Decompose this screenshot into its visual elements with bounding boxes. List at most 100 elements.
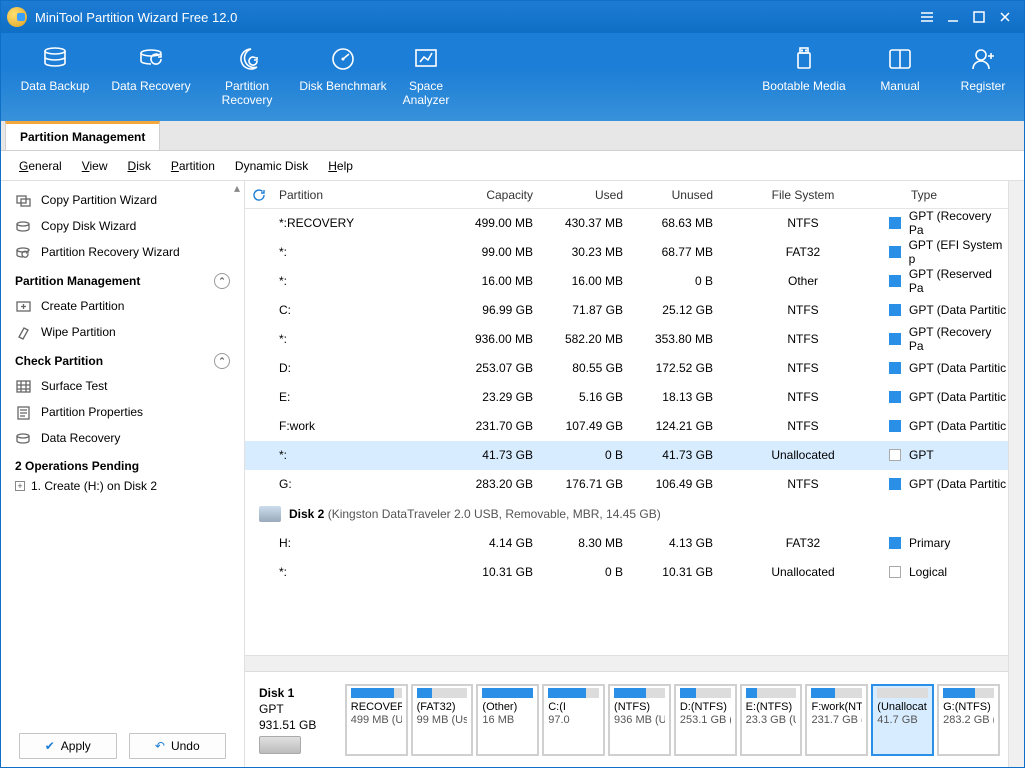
table-row[interactable]: E:23.29 GB5.16 GB18.13 GBNTFSGPT (Data P… bbox=[245, 383, 1008, 412]
table-row[interactable]: F:work231.70 GB107.49 GB124.21 GBNTFSGPT… bbox=[245, 412, 1008, 441]
table-row[interactable]: D:253.07 GB80.55 GB172.52 GBNTFSGPT (Dat… bbox=[245, 354, 1008, 383]
header-capacity[interactable]: Capacity bbox=[453, 188, 543, 202]
header-filesystem[interactable]: File System bbox=[723, 188, 883, 202]
cell-unused: 0 B bbox=[633, 274, 723, 288]
ribbon-bootable-media[interactable]: Bootable Media bbox=[756, 41, 852, 117]
menu-icon[interactable] bbox=[914, 6, 940, 28]
main-panel: Partition Capacity Used Unused File Syst… bbox=[245, 181, 1008, 767]
ribbon-register[interactable]: Register bbox=[948, 41, 1018, 117]
sidebar-item-partition-recovery-wizard[interactable]: Partition Recovery Wizard bbox=[1, 239, 244, 265]
ribbon-data-recovery[interactable]: Data Recovery bbox=[103, 41, 199, 117]
moon-refresh-icon bbox=[231, 45, 263, 73]
table-row[interactable]: *:41.73 GB0 B41.73 GBUnallocatedGPT bbox=[245, 441, 1008, 470]
table-row[interactable]: G:283.20 GB176.71 GB106.49 GBNTFSGPT (Da… bbox=[245, 470, 1008, 499]
diskmap-slot[interactable]: E:(NTFS)23.3 GB (Us bbox=[740, 684, 803, 756]
sidebar-item-surface-test[interactable]: Surface Test bbox=[1, 373, 244, 399]
ribbon-space-analyzer[interactable]: Space Analyzer bbox=[391, 41, 461, 117]
close-icon[interactable] bbox=[992, 6, 1018, 28]
header-unused[interactable]: Unused bbox=[633, 188, 723, 202]
chevron-up-icon[interactable]: ⌃ bbox=[214, 353, 230, 369]
pending-operation-item[interactable]: + 1. Create (H:) on Disk 2 bbox=[1, 475, 244, 497]
diskmap-slot[interactable]: RECOVERY499 MB (U bbox=[345, 684, 408, 756]
sidebar-item-label: Wipe Partition bbox=[41, 325, 116, 339]
maximize-icon[interactable] bbox=[966, 6, 992, 28]
sidebar-item-create-partition[interactable]: Create Partition bbox=[1, 293, 244, 319]
type-color-icon bbox=[889, 391, 901, 403]
undo-button[interactable]: ↶ Undo bbox=[129, 733, 227, 759]
menu-view[interactable]: View bbox=[82, 159, 108, 173]
sidebar-group-partition-management[interactable]: Partition Management ⌃ bbox=[1, 265, 244, 293]
disk-header-row[interactable]: Disk 2 (Kingston DataTraveler 2.0 USB, R… bbox=[245, 499, 1008, 529]
cell-partition: G: bbox=[273, 477, 453, 491]
cell-filesystem: Unallocated bbox=[723, 448, 883, 462]
ribbon-partition-recovery[interactable]: Partition Recovery bbox=[199, 41, 295, 117]
diskmap-slot[interactable]: C:(I97.0 bbox=[542, 684, 605, 756]
table-row[interactable]: C:96.99 GB71.87 GB25.12 GBNTFSGPT (Data … bbox=[245, 296, 1008, 325]
table-row[interactable]: *:16.00 MB16.00 MB0 BOtherGPT (Reserved … bbox=[245, 267, 1008, 296]
cell-unused: 18.13 GB bbox=[633, 390, 723, 404]
tabs-area: Partition Management bbox=[1, 121, 1024, 151]
disk-refresh-icon bbox=[135, 45, 167, 73]
cell-used: 107.49 GB bbox=[543, 419, 633, 433]
menu-disk[interactable]: Disk bbox=[128, 159, 151, 173]
diskmap-slot[interactable]: (Unallocat41.7 GB bbox=[871, 684, 934, 756]
cell-unused: 172.52 GB bbox=[633, 361, 723, 375]
sidebar-group-check-partition[interactable]: Check Partition ⌃ bbox=[1, 345, 244, 373]
diskmap-slot[interactable]: G:(NTFS)283.2 GB (Use bbox=[937, 684, 1000, 756]
app-window: MiniTool Partition Wizard Free 12.0 Data… bbox=[0, 0, 1025, 768]
ribbon-label: Manual bbox=[880, 79, 919, 93]
ribbon-disk-benchmark[interactable]: Disk Benchmark bbox=[295, 41, 391, 117]
vertical-scrollbar[interactable] bbox=[1008, 181, 1024, 767]
table-row[interactable]: *:RECOVERY499.00 MB430.37 MB68.63 MBNTFS… bbox=[245, 209, 1008, 238]
cell-partition: H: bbox=[273, 536, 453, 550]
sidebar-item-partition-properties[interactable]: Partition Properties bbox=[1, 399, 244, 425]
table-row[interactable]: *:936.00 MB582.20 MB353.80 MBNTFSGPT (Re… bbox=[245, 325, 1008, 354]
apply-button[interactable]: ✔ Apply bbox=[19, 733, 117, 759]
props-icon bbox=[15, 405, 31, 419]
header-partition[interactable]: Partition bbox=[273, 188, 453, 202]
menu-dynamic-disk[interactable]: Dynamic Disk bbox=[235, 159, 308, 173]
minimize-icon[interactable] bbox=[940, 6, 966, 28]
header-used[interactable]: Used bbox=[543, 188, 633, 202]
sidebar-item-copy-partition-wizard[interactable]: Copy Partition Wizard bbox=[1, 187, 244, 213]
diskmap-slot[interactable]: F:work(NTF231.7 GB (U bbox=[805, 684, 868, 756]
ribbon-data-backup[interactable]: Data Backup bbox=[7, 41, 103, 117]
cell-capacity: 499.00 MB bbox=[453, 216, 543, 230]
recover2-icon bbox=[15, 431, 31, 445]
menu-help[interactable]: Help bbox=[328, 159, 353, 173]
refresh-icon[interactable] bbox=[245, 188, 273, 202]
slot-name: F:work(NTF bbox=[811, 701, 862, 713]
ribbon-manual[interactable]: Manual bbox=[852, 41, 948, 117]
cell-filesystem: Other bbox=[723, 274, 883, 288]
horizontal-scrollbar[interactable] bbox=[245, 655, 1008, 671]
diskmap-slot[interactable]: D:(NTFS)253.1 GB (U: bbox=[674, 684, 737, 756]
cell-type: GPT (EFI System p bbox=[883, 238, 1008, 266]
diskmap-slot[interactable]: (FAT32)99 MB (Us bbox=[411, 684, 474, 756]
cell-partition: *: bbox=[273, 448, 453, 462]
header-type[interactable]: Type bbox=[883, 188, 1008, 202]
cell-capacity: 936.00 MB bbox=[453, 332, 543, 346]
table-row[interactable]: *:10.31 GB0 B10.31 GBUnallocatedLogical bbox=[245, 558, 1008, 587]
chevron-up-icon[interactable]: ⌃ bbox=[214, 273, 230, 289]
sidebar-group-title: Check Partition bbox=[15, 354, 103, 368]
sidebar-item-data-recovery[interactable]: Data Recovery bbox=[1, 425, 244, 451]
table-row[interactable]: *:99.00 MB30.23 MB68.77 MBFAT32GPT (EFI … bbox=[245, 238, 1008, 267]
table-row[interactable]: H:4.14 GB8.30 MB4.13 GBFAT32Primary bbox=[245, 529, 1008, 558]
slot-size: 99 MB (Us bbox=[417, 714, 468, 726]
sidebar-item-label: Surface Test bbox=[41, 379, 107, 393]
sidebar-item-label: Copy Disk Wizard bbox=[41, 219, 136, 233]
ribbon-label: Space Analyzer bbox=[391, 79, 461, 107]
type-color-icon bbox=[889, 304, 901, 316]
menu-partition[interactable]: Partition bbox=[171, 159, 215, 173]
sidebar-scroll-up-icon[interactable]: ▴ bbox=[230, 181, 244, 195]
cell-type: GPT (Recovery Pa bbox=[883, 325, 1008, 353]
cell-unused: 41.73 GB bbox=[633, 448, 723, 462]
sidebar-item-wipe-partition[interactable]: Wipe Partition bbox=[1, 319, 244, 345]
undo-label: Undo bbox=[171, 739, 200, 753]
expand-icon[interactable]: + bbox=[15, 481, 25, 491]
diskmap-slot[interactable]: (Other)16 MB bbox=[476, 684, 539, 756]
menu-general[interactable]: General bbox=[19, 159, 62, 173]
tab-partition-management[interactable]: Partition Management bbox=[5, 121, 160, 150]
sidebar-item-copy-disk-wizard[interactable]: Copy Disk Wizard bbox=[1, 213, 244, 239]
diskmap-slot[interactable]: (NTFS)936 MB (U bbox=[608, 684, 671, 756]
